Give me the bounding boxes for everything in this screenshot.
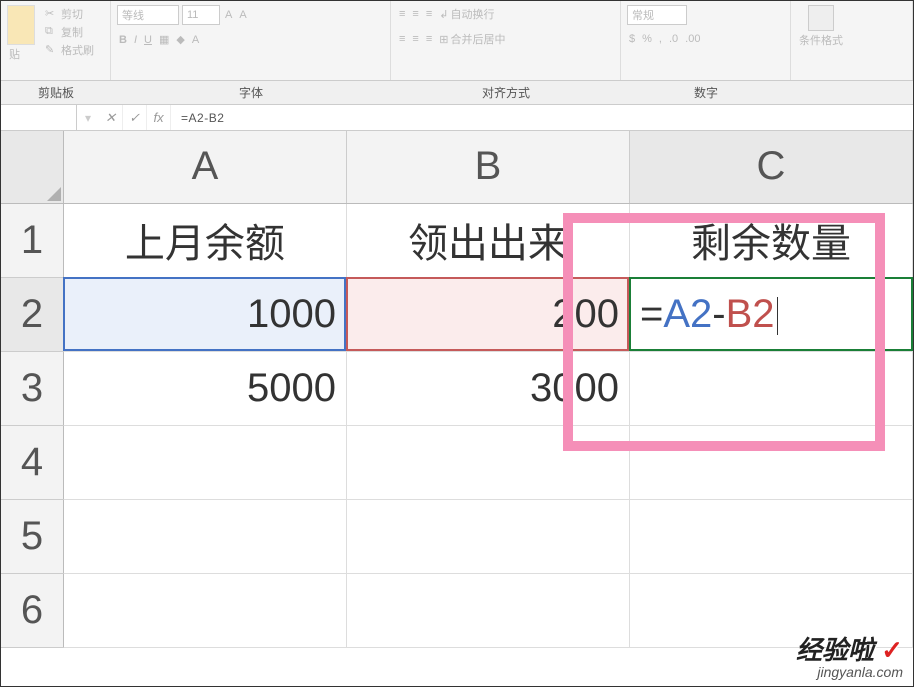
merge-center-label: 合并后居中 (450, 31, 505, 47)
cell-B2[interactable]: 200 (346, 277, 629, 351)
cell-C3[interactable] (629, 351, 912, 425)
increase-decimal-icon[interactable]: .0 (667, 32, 680, 46)
cell-B1[interactable]: 领出出来 (346, 203, 629, 277)
row-header-5[interactable]: 5 (1, 499, 63, 573)
formula-eq: = (640, 292, 663, 336)
checkmark-icon: ✓ (881, 635, 903, 665)
ribbon-group-labels: 剪贴板 字体 对齐方式 数字 (1, 81, 913, 105)
row-header-6[interactable]: 6 (1, 573, 63, 647)
group-label-clipboard: 剪贴板 (1, 81, 111, 104)
row-header-3[interactable]: 3 (1, 351, 63, 425)
ribbon-toolbar: 贴 ✂ 剪切 ⧉ 复制 ✎ 格式刷 等线 11 (1, 1, 913, 81)
merge-center-button[interactable]: ⊞ 合并后居中 (437, 30, 507, 48)
border-icon[interactable]: ▦ (157, 32, 171, 47)
cut-button[interactable]: ✂ 剪切 (43, 5, 96, 23)
brush-icon: ✎ (45, 43, 59, 57)
cell-C5[interactable] (629, 499, 912, 573)
scissors-icon: ✂ (45, 7, 59, 21)
copy-label: 复制 (61, 24, 83, 40)
ribbon-group-clipboard: 贴 ✂ 剪切 ⧉ 复制 ✎ 格式刷 (1, 1, 111, 80)
ribbon-group-font: 等线 11 A A B I U ▦ ◆ A (111, 1, 391, 80)
formula-bar: ▾ ✕ ✓ fx =A2-B2 (1, 105, 913, 131)
cell-A6[interactable] (63, 573, 346, 647)
formula-minus: - (712, 292, 725, 336)
paste-label: 贴 (7, 45, 39, 63)
font-color-icon[interactable]: A (190, 33, 201, 47)
row-header-2[interactable]: 2 (1, 277, 63, 351)
underline-button[interactable]: U (142, 33, 154, 47)
increase-font-icon[interactable]: A (223, 8, 234, 22)
align-mid-icon[interactable]: ≡ (410, 7, 420, 21)
col-header-A[interactable]: A (63, 131, 346, 203)
row-header-1[interactable]: 1 (1, 203, 63, 277)
number-format-select[interactable]: 常规 (627, 5, 687, 25)
percent-icon[interactable]: % (640, 32, 654, 46)
cancel-formula-button[interactable]: ✕ (99, 105, 123, 130)
copy-icon: ⧉ (45, 25, 59, 39)
align-bot-icon[interactable]: ≡ (424, 7, 434, 21)
col-header-C[interactable]: C (629, 131, 912, 203)
align-right-icon[interactable]: ≡ (424, 32, 434, 46)
group-label-font: 字体 (111, 81, 391, 104)
font-name-select[interactable]: 等线 (117, 5, 179, 25)
formula-ref-A2: A2 (663, 292, 712, 336)
conditional-format-label: 条件格式 (797, 31, 845, 49)
cell-A1[interactable]: 上月余额 (63, 203, 346, 277)
font-size-select[interactable]: 11 (182, 5, 220, 25)
align-top-icon[interactable]: ≡ (397, 7, 407, 21)
decrease-font-icon[interactable]: A (237, 8, 248, 22)
formula-ref-B2: B2 (726, 292, 775, 336)
group-label-alignment: 对齐方式 (391, 81, 621, 104)
comma-icon[interactable]: , (657, 32, 664, 46)
cell-B5[interactable] (346, 499, 629, 573)
cell-A5[interactable] (63, 499, 346, 573)
group-label-styles (791, 81, 913, 104)
ribbon-group-styles: 条件格式 (791, 1, 913, 80)
ribbon-group-number: 常规 $ % , .0 .00 (621, 1, 791, 80)
cut-label: 剪切 (61, 6, 83, 22)
wrap-text-icon: ↲ (439, 8, 448, 21)
conditional-format-icon[interactable] (808, 5, 834, 31)
decrease-decimal-icon[interactable]: .00 (683, 32, 702, 46)
cell-C4[interactable] (629, 425, 912, 499)
enter-formula-button[interactable]: ✓ (123, 105, 147, 130)
italic-button[interactable]: I (132, 33, 139, 47)
cell-C1[interactable]: 剩余数量 (629, 203, 912, 277)
row-header-4[interactable]: 4 (1, 425, 63, 499)
col-header-B[interactable]: B (346, 131, 629, 203)
cell-B6[interactable] (346, 573, 629, 647)
format-painter-label: 格式刷 (61, 42, 94, 58)
cell-A2[interactable]: 1000 (63, 277, 346, 351)
group-label-number: 数字 (621, 81, 791, 104)
name-box[interactable] (1, 105, 77, 130)
fx-button[interactable]: fx (147, 105, 171, 130)
wrap-text-button[interactable]: ↲ 自动换行 (437, 5, 496, 23)
cell-C2-editing[interactable]: =A2-B2 (629, 277, 912, 351)
merge-icon: ⊞ (439, 33, 448, 46)
format-painter-button[interactable]: ✎ 格式刷 (43, 41, 96, 59)
currency-icon[interactable]: $ (627, 32, 637, 46)
copy-button[interactable]: ⧉ 复制 (43, 23, 96, 41)
cell-B3[interactable]: 3000 (346, 351, 629, 425)
watermark: 经验啦 ✓ jingyanla.com (796, 636, 903, 680)
cell-A4[interactable] (63, 425, 346, 499)
name-box-dropdown-icon[interactable]: ▾ (77, 111, 99, 125)
spreadsheet-grid: A B C 1 上月余额 领出出来 剩余数量 2 1000 200 =A2-B2… (1, 131, 913, 648)
fill-color-icon[interactable]: ◆ (174, 32, 186, 47)
watermark-text: 经验啦 (796, 635, 874, 665)
ribbon-group-alignment: ≡ ≡ ≡ ↲ 自动换行 ≡ ≡ ≡ ⊞ 合并后居中 (391, 1, 621, 80)
text-cursor (777, 297, 778, 335)
cell-B4[interactable] (346, 425, 629, 499)
select-all-corner[interactable] (1, 131, 63, 203)
paste-button[interactable] (7, 5, 35, 45)
align-center-icon[interactable]: ≡ (410, 32, 420, 46)
align-left-icon[interactable]: ≡ (397, 32, 407, 46)
cell-A3[interactable]: 5000 (63, 351, 346, 425)
wrap-text-label: 自动换行 (450, 6, 494, 22)
bold-button[interactable]: B (117, 33, 129, 47)
watermark-url: jingyanla.com (796, 665, 903, 680)
formula-input[interactable]: =A2-B2 (171, 111, 913, 125)
